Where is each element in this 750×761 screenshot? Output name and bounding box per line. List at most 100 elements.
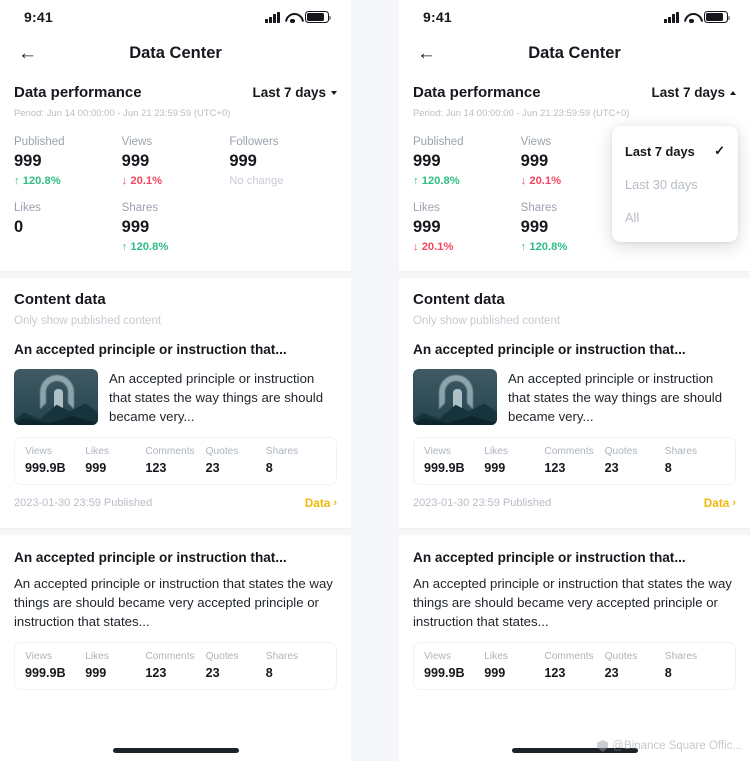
metric-label: Views — [25, 446, 52, 458]
metric-value: 23 — [604, 666, 619, 681]
card-footer: 2023-01-30 23:59 Published Data › — [413, 496, 736, 510]
content-card-2[interactable]: An accepted principle or instruction tha… — [399, 535, 750, 691]
content-card-2[interactable]: An accepted principle or instruction tha… — [0, 535, 351, 691]
metric-quotes: Quotes 23 — [206, 446, 266, 475]
card-data-link-label: Data — [304, 496, 331, 511]
metric-views: Views 999.9B — [424, 446, 484, 475]
performance-title: Data performance — [413, 84, 541, 101]
metric-shares: Shares 8 — [266, 446, 326, 475]
content-data-header-right: Content data Only show published content — [399, 278, 750, 327]
nav-bar-right: ← Data Center — [399, 34, 750, 72]
metric-value: 999 — [484, 666, 506, 681]
date-range-selector[interactable]: Last 7 days — [252, 85, 337, 100]
content-data-title: Content data — [14, 291, 106, 309]
wifi-icon — [684, 12, 699, 24]
metric-label: Comments — [544, 446, 594, 458]
stat-value: 999 — [121, 218, 150, 237]
metric-label: Shares — [664, 446, 698, 458]
dropdown-option-label: Last 30 days — [625, 177, 698, 192]
dropdown-option-last-7-days[interactable]: Last 7 days ✓ — [612, 134, 738, 168]
metric-value: 8 — [664, 666, 672, 681]
published-timestamp: 2023-01-30 23:59 Published — [413, 497, 552, 510]
dual-phone-mockup: 9:41 ← Data Center Data performance Last… — [0, 0, 750, 761]
metric-value: 123 — [145, 461, 167, 476]
metric-comments: Comments 123 — [544, 651, 604, 680]
metric-comments: Comments 123 — [145, 651, 205, 680]
metric-likes: Likes 999 — [484, 446, 544, 475]
metric-value: 123 — [544, 461, 566, 476]
back-arrow-icon[interactable]: ← — [18, 44, 37, 63]
card-description: An accepted principle or instruction tha… — [14, 576, 333, 630]
metric-label: Likes — [85, 446, 109, 458]
card-footer: 2023-01-30 23:59 Published Data › — [14, 496, 337, 510]
metric-value: 999.9B — [25, 461, 66, 476]
date-range-selector[interactable]: Last 7 days — [651, 85, 736, 100]
performance-header: Data performance Last 7 days — [413, 84, 736, 101]
stat-value: 999 — [14, 152, 42, 170]
metric-comments: Comments 123 — [544, 446, 604, 475]
stat-label: Published — [413, 136, 464, 148]
chevron-up-icon — [730, 90, 736, 95]
panel-gap — [351, 0, 399, 761]
content-card-1[interactable]: An accepted principle or instruction tha… — [0, 327, 351, 510]
page-title: Data Center — [528, 43, 621, 62]
home-indicator — [511, 748, 638, 753]
metric-value: 999.9B — [424, 461, 465, 476]
card-description: An accepted principle or instruction tha… — [508, 370, 723, 425]
stat-published: Published 999 ↑ 120.8% — [413, 136, 521, 187]
metric-value: 23 — [205, 666, 220, 681]
metric-label: Views — [424, 446, 451, 458]
stat-value: 0 — [14, 218, 24, 237]
metric-comments: Comments 123 — [145, 446, 205, 475]
cellular-signal-icon — [265, 11, 280, 23]
mountain-landscape-thumbnail — [413, 368, 497, 425]
metric-label: Quotes — [604, 651, 638, 663]
period-label: Period: Jun 14 00:00:00 - Jun 21 23:59:5… — [14, 107, 231, 118]
battery-icon — [704, 11, 731, 23]
page-title: Data Center — [129, 43, 222, 62]
wifi-icon — [285, 12, 300, 24]
metric-views: Views 999.9B — [25, 651, 85, 680]
date-range-dropdown-menu[interactable]: Last 7 days ✓ Last 30 days All — [612, 126, 738, 242]
stat-value: 999 — [229, 152, 257, 170]
content-card-1[interactable]: An accepted principle or instruction tha… — [399, 327, 750, 510]
mountain-landscape-thumbnail — [14, 368, 98, 425]
card-title: An accepted principle or instruction tha… — [413, 550, 686, 566]
card-data-link[interactable]: Data › — [704, 496, 736, 510]
content-data-subtitle: Only show published content — [14, 315, 162, 328]
metric-shares: Shares 8 — [665, 651, 725, 680]
metric-value: 999 — [85, 461, 107, 476]
check-icon: ✓ — [714, 143, 725, 158]
card-metrics-row: Views 999.9B Likes 999 Comments 123 Quot… — [413, 437, 736, 486]
card-metrics-row: Views 999.9B Likes 999 Comments 123 Quot… — [14, 642, 337, 691]
dropdown-option-last-30-days[interactable]: Last 30 days — [612, 168, 738, 201]
card-description: An accepted principle or instruction tha… — [413, 576, 732, 630]
metric-value: 8 — [265, 666, 273, 681]
metric-views: Views 999.9B — [25, 446, 85, 475]
metric-value: 123 — [544, 666, 566, 681]
cellular-signal-icon — [664, 11, 679, 23]
metric-label: Likes — [85, 651, 109, 663]
section-divider — [0, 271, 351, 279]
stat-shares: Shares 999 ↑ 120.8% — [122, 202, 230, 253]
metric-value: 8 — [265, 461, 273, 476]
card-title: An accepted principle or instruction tha… — [14, 342, 287, 358]
nav-bar-left: ← Data Center — [0, 34, 351, 72]
metric-likes: Likes 999 — [484, 651, 544, 680]
metric-label: Views — [25, 651, 52, 663]
stat-label: Published — [14, 136, 65, 148]
performance-title: Data performance — [14, 84, 142, 101]
metric-quotes: Quotes 23 — [206, 651, 266, 680]
metric-value: 999.9B — [25, 666, 66, 681]
metric-likes: Likes 999 — [85, 651, 145, 680]
card-metrics-row: Views 999.9B Likes 999 Comments 123 Quot… — [14, 437, 337, 486]
card-data-link[interactable]: Data › — [305, 496, 337, 510]
back-arrow-icon[interactable]: ← — [417, 44, 436, 63]
dropdown-option-label: All — [625, 210, 640, 225]
stat-delta: ↑ 120.8% — [14, 175, 61, 188]
metric-label: Likes — [484, 446, 508, 458]
metric-label: Comments — [145, 446, 195, 458]
dropdown-option-all[interactable]: All — [612, 201, 738, 234]
content-data-subtitle: Only show published content — [413, 315, 561, 328]
status-icons — [664, 11, 731, 24]
